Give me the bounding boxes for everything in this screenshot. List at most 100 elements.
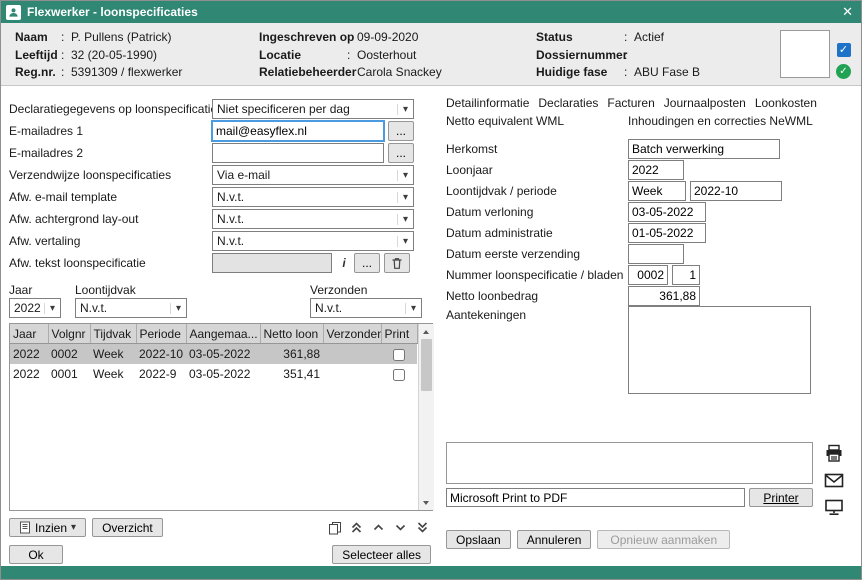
app-icon	[6, 5, 21, 20]
chevron-down-icon: ▾	[170, 303, 186, 314]
bladen-input[interactable]	[672, 265, 700, 285]
field-relatiebeheerder: Relatiebeheerder:Carola Snackey	[259, 65, 536, 79]
trash-icon	[391, 257, 403, 270]
column-header-tijdvak[interactable]: Tijdvak	[90, 324, 136, 344]
field-netto-loonbedrag: Netto loonbedrag	[446, 285, 851, 306]
overzicht-button[interactable]: Overzicht	[92, 518, 163, 537]
field-loonjaar: Loonjaar	[446, 159, 851, 180]
annuleren-button[interactable]: Annuleren	[517, 530, 592, 549]
field-afw-vertaling: Afw. vertaling N.v.t. ▾	[9, 230, 433, 252]
netto-loonbedrag-input[interactable]	[628, 286, 700, 306]
field-datum-eerste-verzending: Datum eerste verzending	[446, 243, 851, 264]
delete-button[interactable]	[384, 253, 410, 273]
photo-placeholder	[780, 30, 830, 78]
table-row[interactable]: 2022 0002 Week 2022-10 03-05-2022 361,88	[10, 344, 417, 365]
tab-netto-equivalent-wml[interactable]: Netto equivalent WML	[446, 114, 628, 128]
table-scrollbar[interactable]	[418, 324, 434, 510]
tab-inhoudingen-correcties[interactable]: Inhoudingen en correcties NeWML	[628, 114, 813, 128]
field-datum-administratie: Datum administratie	[446, 222, 851, 243]
afw-email-template-select[interactable]: N.v.t. ▾	[212, 187, 414, 207]
opslaan-button[interactable]: Opslaan	[446, 530, 511, 549]
emailadres-2-browse-button[interactable]: ...	[388, 143, 414, 163]
column-header-periode[interactable]: Periode	[136, 324, 186, 344]
move-bottom-button[interactable]	[414, 520, 431, 536]
field-afw-email-template: Afw. e-mail template N.v.t. ▾	[9, 186, 433, 208]
declaratiegegevens-select[interactable]: Niet specificeren per dag ▾	[212, 99, 414, 119]
email-button[interactable]	[821, 469, 847, 491]
loontijdvak-select[interactable]: N.v.t. ▾	[75, 298, 187, 318]
double-chevron-up-icon	[350, 521, 363, 534]
printer-button[interactable]: Printer	[749, 488, 813, 507]
inzien-button[interactable]: Inzien ▾	[9, 518, 86, 537]
column-header-aangemaakt[interactable]: Aangemaa...	[186, 324, 260, 344]
datum-eerste-verzending-input[interactable]	[628, 244, 684, 264]
table-row[interactable]: 2022 0001 Week 2022-9 03-05-2022 351,41	[10, 364, 417, 384]
emailadres-1-browse-button[interactable]: ...	[388, 121, 414, 141]
emailadres-1-input[interactable]	[212, 121, 384, 141]
loonjaar-input[interactable]	[628, 160, 684, 180]
chevron-down-icon: ▾	[44, 303, 60, 314]
ok-button[interactable]: Ok	[9, 545, 63, 564]
chevron-down-icon: ▾	[397, 104, 413, 115]
close-button[interactable]: ✕	[842, 4, 853, 20]
copy-icon	[328, 521, 342, 535]
scroll-down-button[interactable]	[419, 495, 434, 510]
tab-declaraties[interactable]: Declaraties	[538, 96, 598, 110]
afw-tekst-input	[212, 253, 332, 273]
jaar-select[interactable]: 2022 ▾	[9, 298, 61, 318]
loontijdvak-input[interactable]	[628, 181, 686, 201]
field-datum-verloning: Datum verloning	[446, 201, 851, 222]
column-header-netto-loon[interactable]: Netto loon	[260, 324, 323, 344]
aantekeningen-textarea[interactable]	[628, 306, 811, 394]
ingeschreven-value: 09-09-2020	[357, 30, 418, 44]
print-button[interactable]	[821, 442, 847, 464]
chevron-down-icon	[394, 521, 407, 534]
scroll-down-icon	[423, 501, 429, 505]
tab-facturen[interactable]: Facturen	[607, 96, 654, 110]
datum-administratie-input[interactable]	[628, 223, 706, 243]
info-button[interactable]: i	[338, 256, 350, 270]
header-checkbox[interactable]: ✓	[837, 43, 851, 57]
envelope-icon	[824, 473, 844, 488]
regnr-value: 5391309 / flexwerker	[71, 65, 182, 79]
print-checkbox[interactable]	[393, 369, 405, 381]
field-huidige-fase: Huidige fase:ABU Fase B	[536, 65, 780, 79]
column-header-volgnr[interactable]: Volgnr	[48, 324, 90, 344]
opnieuw-aanmaken-button[interactable]: Opnieuw aanmaken	[597, 530, 730, 549]
print-message-box[interactable]	[446, 442, 813, 484]
tab-detailinformatie[interactable]: Detailinformatie	[446, 96, 529, 110]
emailadres-2-input[interactable]	[212, 143, 384, 163]
flexwerker-loonspecificaties-window: Flexwerker - loonspecificaties ✕ Naam:P.…	[0, 0, 862, 580]
chevron-down-icon: ▾	[405, 303, 421, 314]
field-loontijdvak-periode: Loontijdvak / periode	[446, 180, 851, 201]
selecteer-alles-button[interactable]: Selecteer alles	[332, 545, 431, 564]
move-top-button[interactable]	[348, 520, 365, 536]
column-header-print[interactable]: Print	[381, 324, 417, 344]
field-aantekeningen: Aantekeningen	[446, 306, 851, 396]
verzendwijze-select[interactable]: Via e-mail ▾	[212, 165, 414, 185]
print-checkbox[interactable]	[393, 349, 405, 361]
verzonden-select[interactable]: N.v.t. ▾	[310, 298, 422, 318]
column-header-jaar[interactable]: Jaar	[10, 324, 48, 344]
field-status: Status:Actief	[536, 30, 780, 44]
move-down-button[interactable]	[392, 520, 409, 536]
afw-achtergrond-select[interactable]: N.v.t. ▾	[212, 209, 414, 229]
screen-view-button[interactable]	[821, 496, 847, 518]
afw-vertaling-select[interactable]: N.v.t. ▾	[212, 231, 414, 251]
datum-verloning-input[interactable]	[628, 202, 706, 222]
copy-button[interactable]	[326, 520, 343, 536]
scrollbar-thumb[interactable]	[421, 339, 432, 391]
tab-loonkosten[interactable]: Loonkosten	[755, 96, 817, 110]
filter-row: Jaar 2022 ▾ Loontijdvak N.v.t. ▾ Verzond…	[9, 283, 433, 318]
column-header-verzonden[interactable]: Verzonden	[323, 324, 381, 344]
naam-value: P. Pullens (Patrick)	[71, 30, 171, 44]
herkomst-input[interactable]	[628, 139, 780, 159]
move-up-button[interactable]	[370, 520, 387, 536]
afw-tekst-browse-button[interactable]: ...	[354, 253, 380, 273]
nummer-loonspecificatie-input[interactable]	[628, 265, 668, 285]
printer-name-input[interactable]	[446, 488, 745, 507]
tab-journaalposten[interactable]: Journaalposten	[664, 96, 746, 110]
periode-input[interactable]	[690, 181, 782, 201]
chevron-down-icon: ▾	[397, 170, 413, 181]
scroll-up-button[interactable]	[419, 324, 434, 339]
